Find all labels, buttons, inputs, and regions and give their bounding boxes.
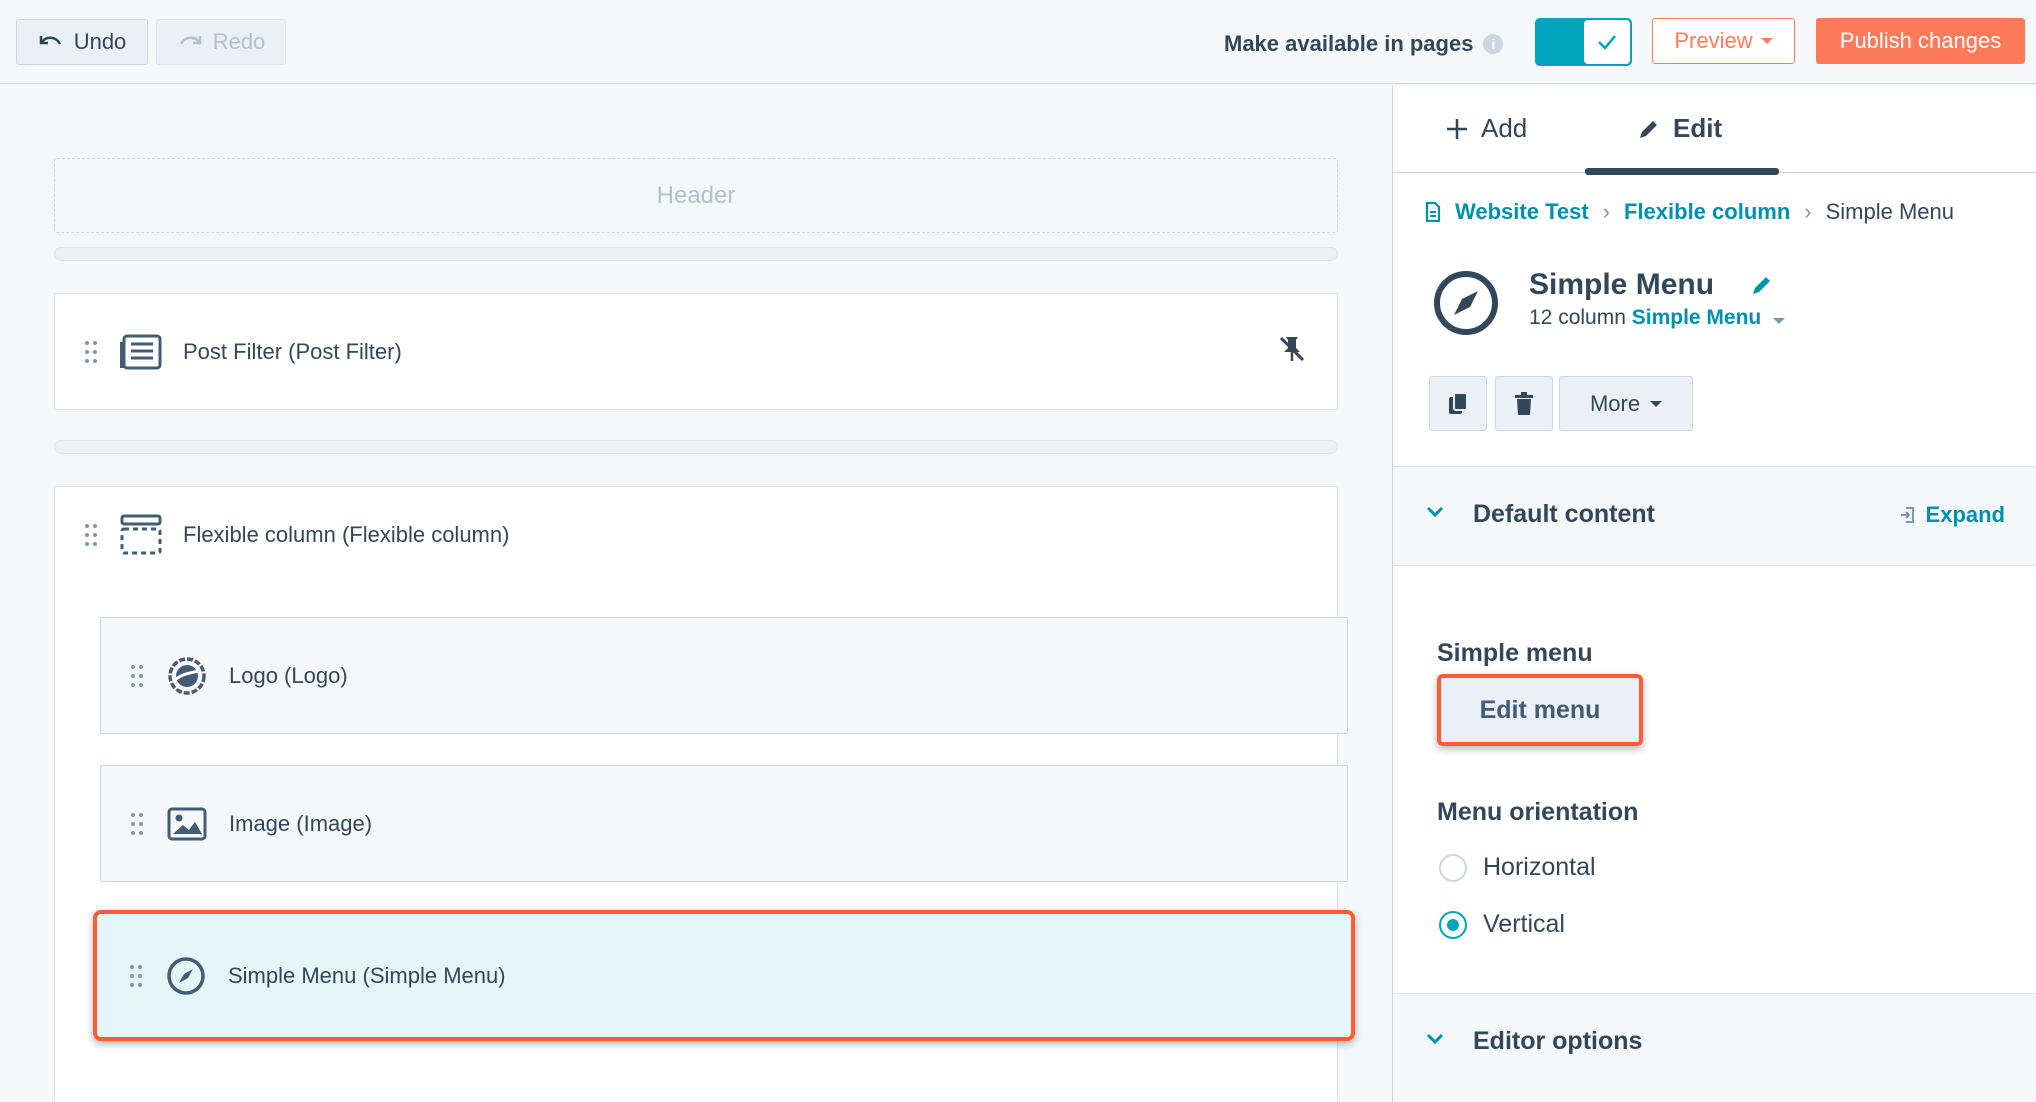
redo-button[interactable]: Redo [156,19,286,65]
drag-handle-icon[interactable] [129,811,145,837]
chevron-right-icon: › [1602,199,1610,224]
compass-icon [162,954,210,998]
radio-button[interactable] [1439,910,1467,939]
header-label: Header [656,181,736,209]
logo-icon [163,654,211,698]
availability-label: Make available in pages [1224,31,1474,56]
header-slot[interactable]: Header [54,158,1338,233]
undo-label: Undo [73,29,127,54]
more-label: More [1589,390,1641,416]
radio-horizontal[interactable]: Horizontal [1439,853,1596,882]
module-title: Simple Menu [1529,268,1715,301]
edit-menu-label: Edit menu [1479,695,1601,724]
tab-edit-label: Edit [1673,113,1723,143]
plus-icon [1447,118,1467,139]
post-filter-icon [117,330,165,374]
section-divider[interactable] [54,247,1338,261]
redo-label: Redo [212,29,266,54]
section-title: Editor options [1473,1027,1643,1055]
info-icon[interactable]: i [1483,34,1504,54]
publish-label: Publish changes [1839,28,2002,53]
module-label: Simple Menu (Simple Menu) [228,963,506,988]
clone-button[interactable] [1429,376,1487,431]
tab-add-label: Add [1481,113,1528,143]
module-type-link[interactable]: Simple Menu [1632,306,1762,329]
top-toolbar: Undo Redo Make available in pages i Prev… [0,0,2036,84]
section-editor-options[interactable]: Editor options [1393,993,2036,1102]
copy-icon [1449,391,1468,414]
availability-setting: Make available in pages i [1224,31,1504,57]
module-label: Logo (Logo) [229,663,348,688]
breadcrumb: Website Test › Flexible column › Simple … [1425,199,1954,225]
edit-menu-button[interactable]: Edit menu [1437,674,1643,746]
publish-button[interactable]: Publish changes [1816,18,2025,64]
simple-menu-label: Simple menu [1437,639,1593,667]
module-logo[interactable]: Logo (Logo) [100,617,1348,734]
radio-vertical[interactable]: Vertical [1439,910,1565,939]
section-title: Default content [1473,500,1655,528]
chevron-down-icon [1760,38,1773,44]
tab-edit[interactable]: Edit [1637,113,1722,144]
module-label: Post Filter (Post Filter) [183,339,402,364]
drag-handle-icon[interactable] [128,963,144,989]
undo-icon [39,36,61,45]
editor-canvas: Header Post Filter (Post Filter) Flexibl… [0,85,1392,1102]
drag-handle-icon[interactable] [83,339,99,365]
drag-handle-icon[interactable] [129,663,145,689]
chevron-down-icon [1426,1033,1444,1045]
module-label: Flexible column (Flexible column) [183,522,510,547]
pencil-icon [1640,120,1657,138]
panel-tabs: Add Edit [1393,85,2036,175]
expand-link[interactable]: Expand [1900,502,2005,528]
module-subtitle: 12 column Simple Menu [1529,306,1786,330]
chevron-down-icon[interactable] [1773,318,1786,324]
more-button[interactable]: More [1559,376,1693,431]
module-image[interactable]: Image (Image) [100,765,1348,882]
toggle-knob [1584,20,1630,64]
trash-icon [1515,391,1533,415]
breadcrumb-item-current: Simple Menu [1825,199,1954,224]
module-width: 12 column [1529,306,1626,329]
availability-toggle[interactable] [1535,18,1632,66]
expand-label: Expand [1925,502,2005,527]
module-post-filter[interactable]: Post Filter (Post Filter) [54,293,1338,410]
page-icon [1425,202,1441,222]
chevron-down-icon [1650,400,1663,407]
redo-icon [179,36,201,45]
preview-button[interactable]: Preview [1652,18,1795,64]
chevron-right-icon: › [1804,199,1812,224]
edit-panel: Add Edit Website Test › Flexible column … [1392,85,2036,1102]
preview-label: Preview [1674,28,1753,53]
module-simple-menu[interactable]: Simple Menu (Simple Menu) [93,910,1355,1041]
image-icon [163,802,211,846]
checkmark-icon [1598,35,1616,50]
section-divider[interactable] [54,440,1338,454]
tab-add[interactable]: Add [1445,113,1527,144]
breadcrumb-item-website-test[interactable]: Website Test [1455,199,1589,225]
breadcrumb-item-flexible-column[interactable]: Flexible column [1624,199,1790,225]
drag-handle-icon[interactable] [83,522,99,548]
expand-icon [1900,507,1914,523]
radio-label: Horizontal [1483,853,1596,881]
active-tab-indicator [1585,168,1779,175]
module-header: Simple Menu 12 column Simple Menu [1431,268,1786,338]
delete-button[interactable] [1495,376,1553,431]
flexible-column-icon [117,513,165,557]
module-label: Image (Image) [229,811,373,836]
menu-orientation-label: Menu orientation [1437,798,1639,826]
module-flexible-column[interactable]: Flexible column (Flexible column) Logo (… [54,486,1355,1102]
unpin-icon[interactable] [1277,334,1307,364]
radio-button[interactable] [1439,853,1467,882]
radio-label: Vertical [1483,910,1565,938]
section-default-content[interactable]: Default content Expand [1393,466,2036,566]
chevron-down-icon [1426,506,1444,518]
undo-button[interactable]: Undo [16,19,148,65]
pencil-icon[interactable] [1750,273,1774,297]
compass-icon [1434,271,1498,335]
